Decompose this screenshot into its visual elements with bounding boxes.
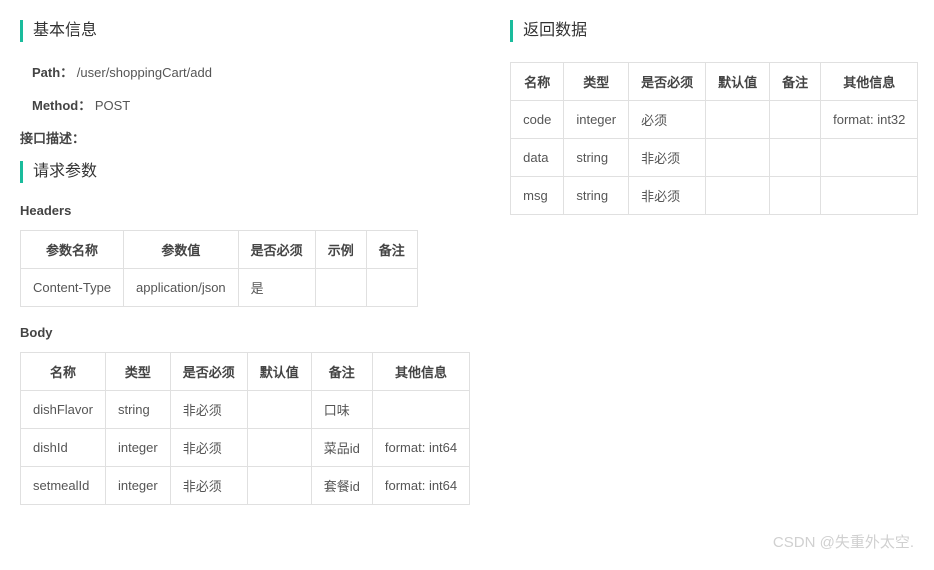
desc-label: 接口描述： <box>20 131 85 146</box>
cell-default <box>247 429 311 467</box>
cell-remark: 口味 <box>311 391 372 429</box>
cell-default <box>247 467 311 505</box>
col-required: 是否必须 <box>170 353 247 391</box>
cell-required: 是 <box>238 269 315 307</box>
col-remark: 备注 <box>311 353 372 391</box>
cell-value: application/json <box>124 269 239 307</box>
cell-required: 非必须 <box>170 467 247 505</box>
col-remark: 备注 <box>366 231 417 269</box>
table-header-row: 参数名称 参数值 是否必须 示例 备注 <box>21 231 418 269</box>
watermark: CSDN @失重外太空. <box>773 531 914 552</box>
col-other: 其他信息 <box>372 353 469 391</box>
table-header-row: 名称 类型 是否必须 默认值 备注 其他信息 <box>21 353 470 391</box>
cell-name: setmealId <box>21 467 106 505</box>
col-param-value: 参数值 <box>124 231 239 269</box>
cell-name: msg <box>511 177 564 215</box>
cell-other: format: int64 <box>372 467 469 505</box>
method-value: POST <box>95 98 130 113</box>
left-panel: 基本信息 Path： /user/shoppingCart/add Method… <box>20 20 470 523</box>
cell-default <box>706 101 770 139</box>
cell-required: 非必须 <box>629 139 706 177</box>
col-param-name: 参数名称 <box>21 231 124 269</box>
cell-default <box>706 177 770 215</box>
cell-required: 非必须 <box>629 177 706 215</box>
col-remark: 备注 <box>770 63 821 101</box>
col-name: 名称 <box>21 353 106 391</box>
path-line: Path： /user/shoppingCart/add <box>20 62 470 81</box>
cell-remark <box>770 139 821 177</box>
cell-type: integer <box>564 101 629 139</box>
cell-required: 非必须 <box>170 429 247 467</box>
request-header: 请求参数 <box>20 161 470 183</box>
cell-remark <box>770 177 821 215</box>
col-default: 默认值 <box>247 353 311 391</box>
cell-name: dishId <box>21 429 106 467</box>
cell-required: 必须 <box>629 101 706 139</box>
cell-type: integer <box>105 429 170 467</box>
cell-other: format: int32 <box>821 101 918 139</box>
cell-other <box>821 177 918 215</box>
table-row: dishId integer 非必须 菜品id format: int64 <box>21 429 470 467</box>
col-example: 示例 <box>315 231 366 269</box>
headers-table: 参数名称 参数值 是否必须 示例 备注 Content-Type applica… <box>20 230 418 307</box>
cell-other <box>372 391 469 429</box>
cell-type: string <box>564 177 629 215</box>
response-table: 名称 类型 是否必须 默认值 备注 其他信息 code integer 必须 f… <box>510 62 918 215</box>
cell-name: Content-Type <box>21 269 124 307</box>
cell-remark: 套餐id <box>311 467 372 505</box>
cell-remark: 菜品id <box>311 429 372 467</box>
cell-default <box>706 139 770 177</box>
body-subheader: Body <box>20 325 470 340</box>
cell-name: code <box>511 101 564 139</box>
cell-name: data <box>511 139 564 177</box>
right-panel: 返回数据 名称 类型 是否必须 默认值 备注 其他信息 code integer… <box>510 20 930 523</box>
table-row: code integer 必须 format: int32 <box>511 101 918 139</box>
cell-other: format: int64 <box>372 429 469 467</box>
col-required: 是否必须 <box>629 63 706 101</box>
col-type: 类型 <box>564 63 629 101</box>
table-header-row: 名称 类型 是否必须 默认值 备注 其他信息 <box>511 63 918 101</box>
col-default: 默认值 <box>706 63 770 101</box>
method-line: Method： POST <box>20 95 470 114</box>
cell-remark <box>770 101 821 139</box>
cell-type: integer <box>105 467 170 505</box>
cell-name: dishFlavor <box>21 391 106 429</box>
method-label: Method： <box>32 98 91 113</box>
desc-line: 接口描述： <box>20 128 470 147</box>
cell-type: string <box>564 139 629 177</box>
cell-default <box>247 391 311 429</box>
table-row: Content-Type application/json 是 <box>21 269 418 307</box>
cell-type: string <box>105 391 170 429</box>
col-other: 其他信息 <box>821 63 918 101</box>
headers-subheader: Headers <box>20 203 470 218</box>
basic-info-header: 基本信息 <box>20 20 470 42</box>
body-table: 名称 类型 是否必须 默认值 备注 其他信息 dishFlavor string… <box>20 352 470 505</box>
table-row: msg string 非必须 <box>511 177 918 215</box>
col-required: 是否必须 <box>238 231 315 269</box>
col-name: 名称 <box>511 63 564 101</box>
table-row: data string 非必须 <box>511 139 918 177</box>
response-header: 返回数据 <box>510 20 930 42</box>
cell-example <box>315 269 366 307</box>
table-row: dishFlavor string 非必须 口味 <box>21 391 470 429</box>
cell-remark <box>366 269 417 307</box>
cell-other <box>821 139 918 177</box>
table-row: setmealId integer 非必须 套餐id format: int64 <box>21 467 470 505</box>
path-value: /user/shoppingCart/add <box>77 65 212 80</box>
path-label: Path： <box>32 65 73 80</box>
cell-required: 非必须 <box>170 391 247 429</box>
col-type: 类型 <box>105 353 170 391</box>
